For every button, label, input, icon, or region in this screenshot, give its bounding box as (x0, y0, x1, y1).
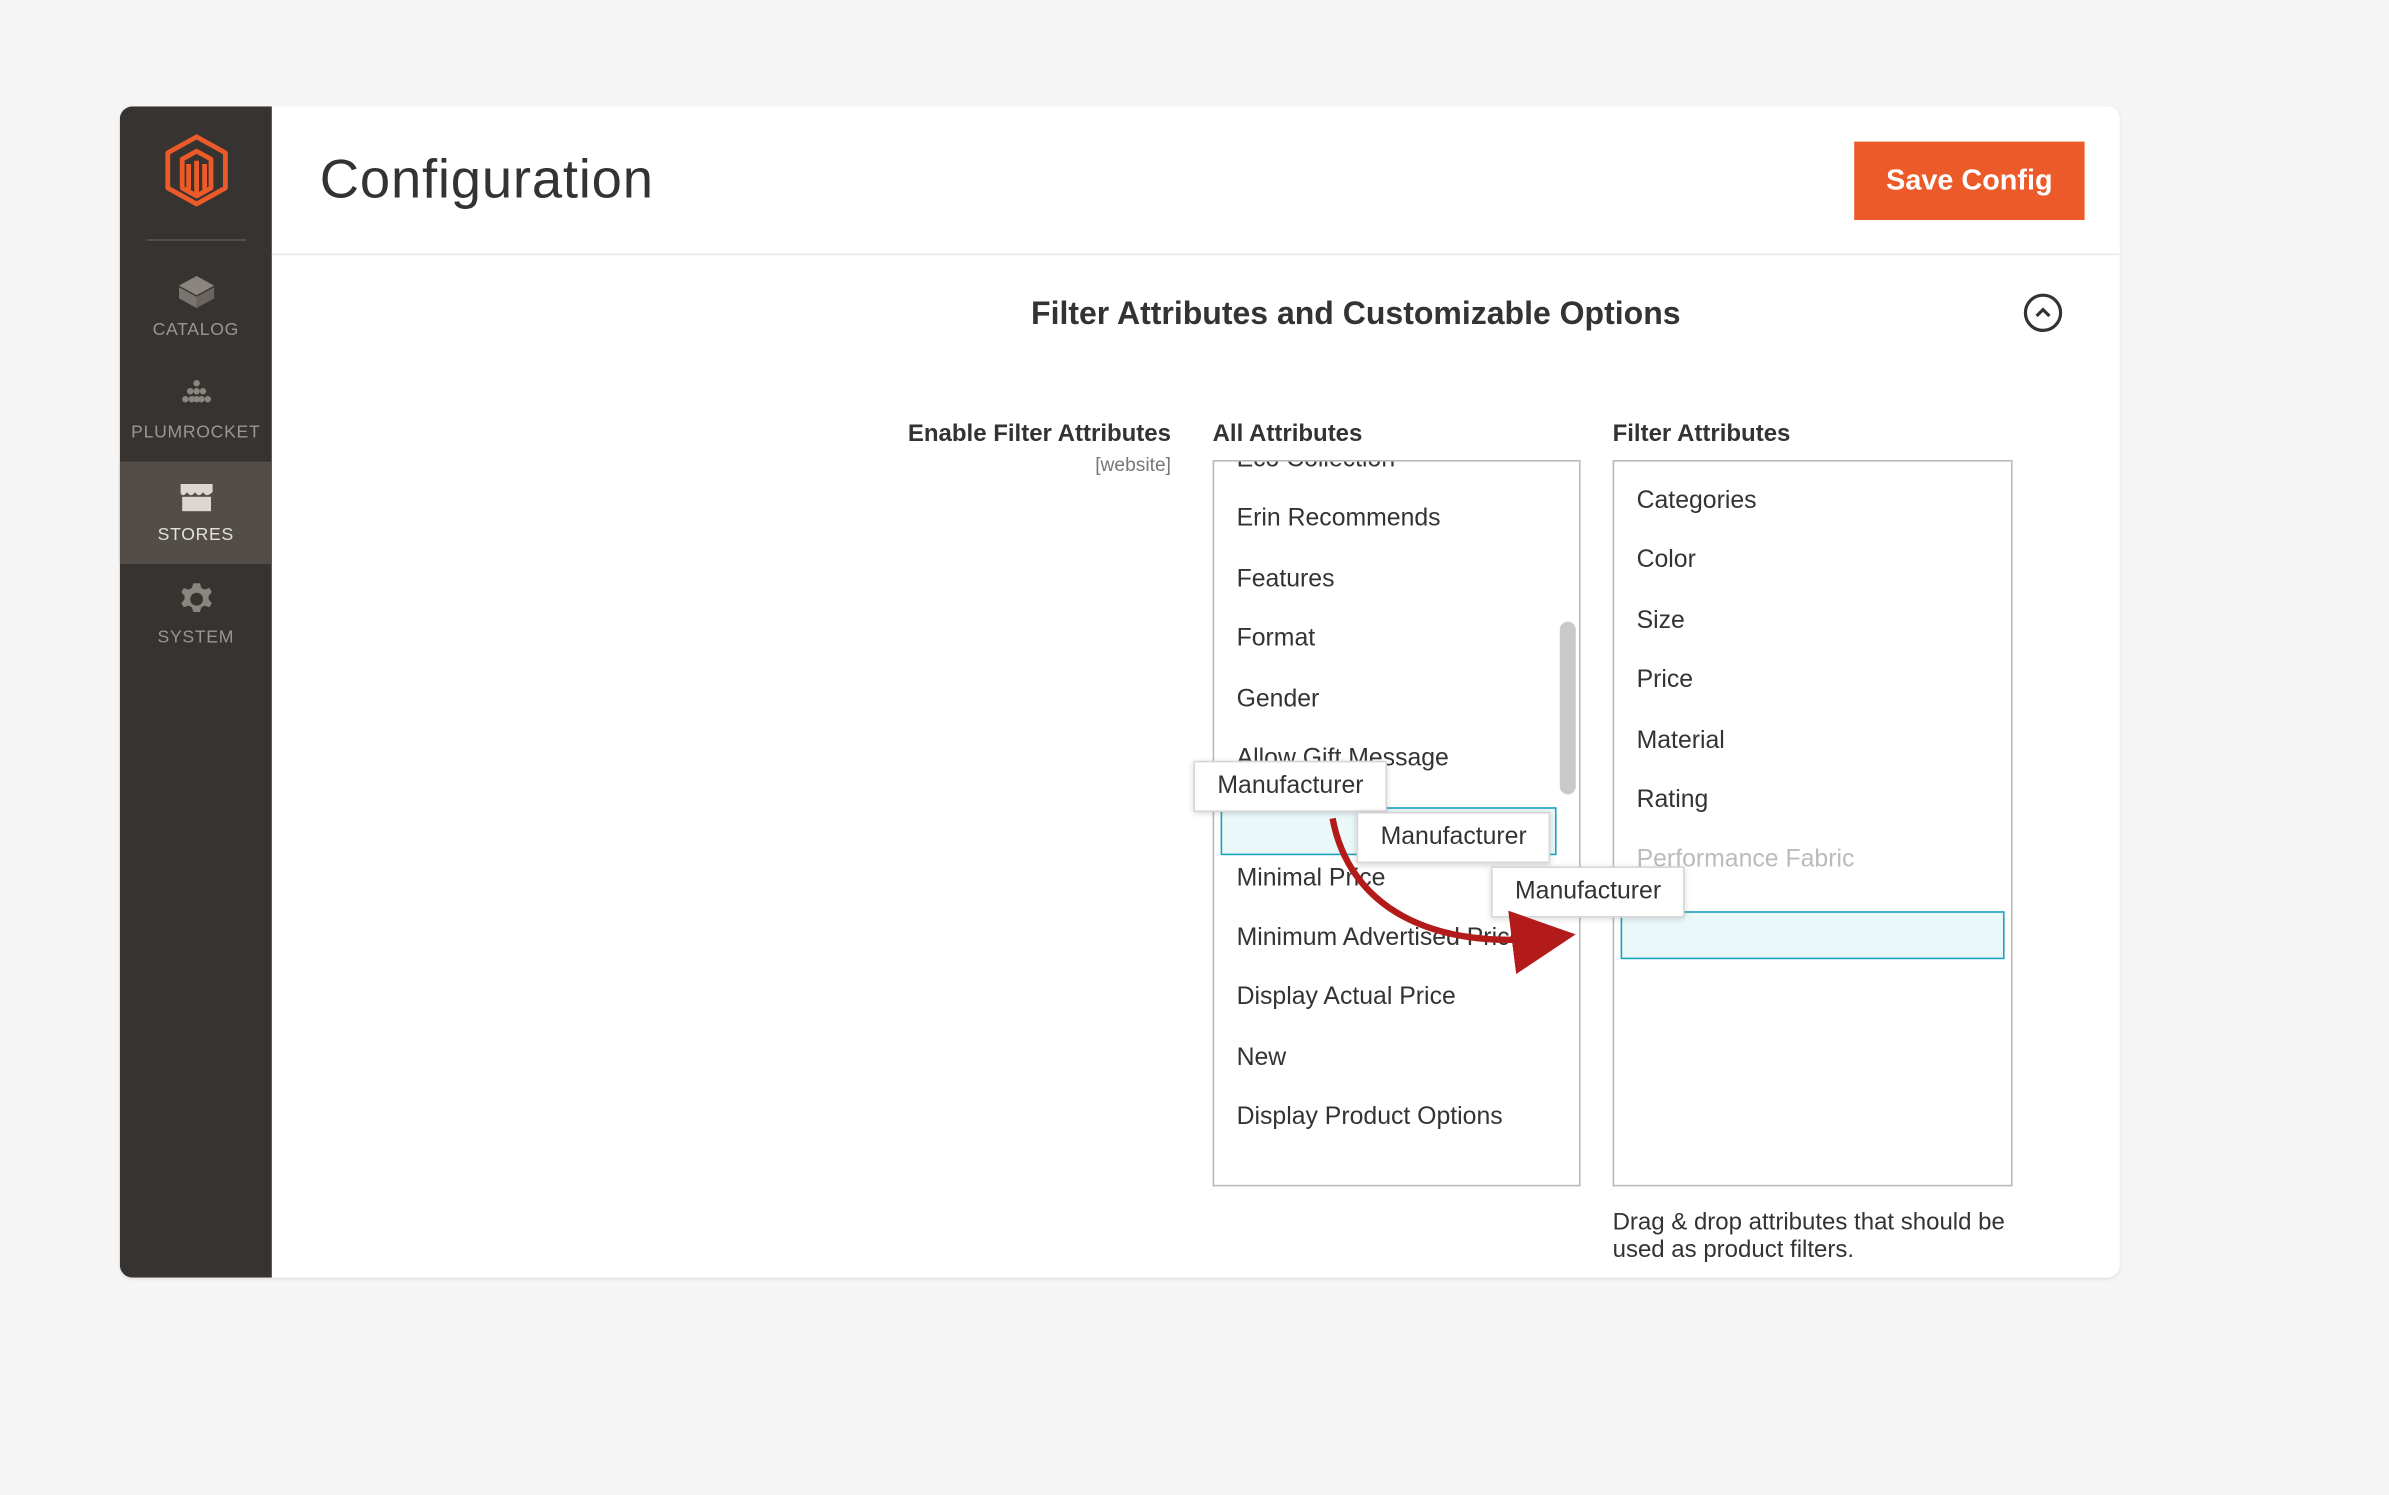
page-title: Configuration (319, 148, 653, 210)
list-item[interactable]: Display Product Options (1233, 1087, 1556, 1147)
list-item[interactable]: Allow Gift Message (1233, 728, 1556, 788)
stores-icon (175, 477, 217, 515)
sidebar-item-label: SYSTEM (157, 628, 234, 647)
list-item[interactable]: Rating (1633, 770, 1988, 830)
list-item[interactable]: Eco Collection (1233, 460, 1556, 489)
sidebar-item-plumrocket[interactable]: PLUMROCKET (119, 359, 271, 461)
column-header-all: All Attributes (1212, 420, 1580, 447)
list-item[interactable]: Price (1633, 650, 1988, 710)
attributes-grid: Enable Filter Attributes [website] All A… (828, 420, 2071, 1263)
filter-attributes-listbox[interactable]: Categories Color Size Price Material Rat… (1612, 460, 2012, 1186)
section-collapse-toggle[interactable] (2023, 293, 2061, 331)
field-label: Enable Filter Attributes (828, 420, 1170, 447)
plumrocket-icon (175, 375, 217, 413)
list-item[interactable]: Minimum Advertised Price (1233, 908, 1556, 968)
list-item[interactable]: Gender (1233, 668, 1556, 728)
column-header-filter: Filter Attributes (1612, 420, 2012, 447)
list-item[interactable]: Format (1233, 609, 1556, 669)
sidebar-item-system[interactable]: SYSTEM (119, 564, 271, 666)
field-scope: [website] (828, 453, 1170, 475)
sidebar-item-label: CATALOG (152, 320, 238, 339)
field-label-block: Enable Filter Attributes [website] (828, 420, 1180, 1263)
page-header: Configuration Save Config (271, 106, 2119, 255)
sidebar-divider (146, 239, 245, 241)
box-icon (175, 272, 217, 310)
content-area: Configuration Save Config Filter Attribu… (271, 106, 2119, 1277)
list-item[interactable]: Size (1633, 590, 1988, 650)
selected-item-highlight (1220, 807, 1556, 855)
admin-sidebar: CATALOG PLUMROCKET STORES SYSTEM (119, 106, 271, 1277)
list-item[interactable]: Performance Fabric (1633, 830, 1988, 890)
all-attributes-column: All Attributes Eco Collection Erin Recom… (1212, 420, 1580, 1263)
list-item[interactable]: Categories (1633, 471, 1988, 531)
list-item[interactable]: Color (1633, 531, 1988, 591)
sidebar-item-stores[interactable]: STORES (119, 461, 271, 563)
sidebar-item-label: STORES (157, 525, 233, 544)
section-filter-attributes: Filter Attributes and Customizable Optio… (271, 255, 2119, 1277)
list-item[interactable]: Features (1233, 549, 1556, 609)
all-attributes-listbox[interactable]: Eco Collection Erin Recommends Features … (1212, 460, 1580, 1186)
drop-target-highlight (1620, 911, 2004, 959)
list-item[interactable]: Erin Recommends (1233, 489, 1556, 549)
gear-icon (175, 580, 217, 618)
helper-text: Drag & drop attributes that should be us… (1612, 1208, 2012, 1262)
config-card: CATALOG PLUMROCKET STORES SYSTEM (119, 106, 2119, 1277)
save-config-button[interactable]: Save Config (1854, 140, 2084, 218)
filter-attributes-column: Filter Attributes Categories Color Size … (1612, 420, 2012, 1263)
chevron-up-icon (2033, 303, 2052, 322)
list-item[interactable]: Material (1633, 710, 1988, 770)
list-item[interactable]: New (1233, 1027, 1556, 1087)
magento-logo-icon (160, 131, 230, 216)
sidebar-item-catalog[interactable]: CATALOG (119, 256, 271, 358)
list-item[interactable]: Minimal Price (1233, 848, 1556, 908)
scrollbar-thumb[interactable] (1559, 621, 1575, 794)
scrollbar[interactable] (1559, 464, 1575, 1181)
list-item[interactable]: Display Actual Price (1233, 967, 1556, 1027)
section-title: Filter Attributes and Customizable Optio… (639, 296, 2071, 333)
sidebar-item-label: PLUMROCKET (131, 423, 260, 442)
